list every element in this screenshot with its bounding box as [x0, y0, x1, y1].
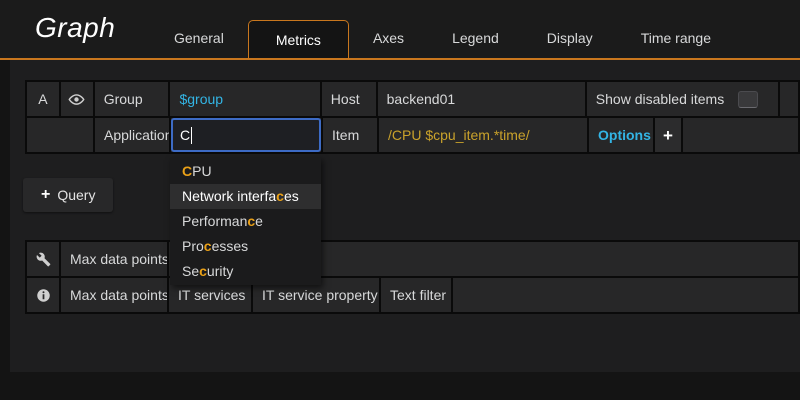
options-button[interactable]: Options [598, 127, 651, 143]
tab-axes[interactable]: Axes [349, 18, 428, 58]
max-data-points-label: Max data points [61, 242, 167, 276]
text-caret [191, 127, 192, 144]
dropdown-item-network-interfaces[interactable]: Network interfaces [170, 184, 321, 209]
wrench-icon [27, 242, 59, 276]
query-ref-id[interactable]: A [27, 82, 59, 116]
row-filler [683, 118, 798, 152]
tab-legend[interactable]: Legend [428, 18, 523, 58]
application-label: Application [95, 118, 169, 152]
info-icon [27, 278, 59, 312]
show-disabled-items-label: Show disabled items [596, 91, 724, 107]
row-filler [780, 82, 798, 116]
add-metric-button[interactable]: + [655, 118, 681, 152]
application-input-cell: C [171, 118, 321, 152]
tab-time-range[interactable]: Time range [617, 18, 735, 58]
options-row-1: Max data points [27, 242, 798, 276]
metrics-editor-panel: A Group $group Host backend01 Show disab… [10, 60, 800, 372]
options-table: Max data points Max data points IT servi… [25, 240, 800, 314]
host-value-segment[interactable]: backend01 [378, 82, 585, 116]
application-autocomplete-dropdown: CPU Network interfaces Performance Proce… [170, 157, 321, 285]
show-disabled-items-cell: Show disabled items [587, 82, 778, 116]
tab-general[interactable]: General [150, 18, 248, 58]
dropdown-item-processes[interactable]: Processes [170, 234, 321, 259]
plus-icon: + [663, 127, 673, 144]
group-value-segment[interactable]: $group [170, 91, 232, 107]
show-disabled-items-checkbox[interactable] [738, 91, 758, 108]
item-label: Item [323, 118, 377, 152]
toggle-visibility-button[interactable] [61, 82, 93, 116]
item-regex-segment[interactable]: /CPU $cpu_item.*time/ [388, 127, 530, 143]
page-title: Graph [35, 12, 115, 44]
tab-display[interactable]: Display [523, 18, 617, 58]
panel-editor-header: Graph General Metrics Axes Legend Displa… [0, 0, 800, 58]
group-label: Group [95, 82, 169, 116]
dropdown-item-security[interactable]: Security [170, 259, 321, 284]
text-filter-label: Text filter [381, 278, 451, 312]
add-query-button[interactable]: + Query [23, 178, 113, 212]
query-editor-table: A Group $group Host backend01 Show disab… [25, 80, 800, 154]
plus-icon: + [41, 187, 50, 203]
row-filler [453, 278, 798, 312]
dropdown-item-performance[interactable]: Performance [170, 209, 321, 234]
host-label: Host [322, 82, 376, 116]
add-query-label: Query [57, 187, 95, 203]
options-row-2: Max data points IT services IT service p… [27, 278, 798, 312]
tab-metrics[interactable]: Metrics [248, 20, 349, 58]
eye-icon [68, 91, 85, 108]
max-data-points-label: Max data points [61, 278, 167, 312]
empty-cell [27, 118, 93, 152]
application-input[interactable]: C [171, 118, 321, 152]
editor-tabs: General Metrics Axes Legend Display Time… [150, 18, 735, 58]
query-row-application: Application C Item /CPU $cpu_item.*time/… [27, 118, 798, 152]
dropdown-item-cpu[interactable]: CPU [170, 159, 321, 184]
application-input-value: C [180, 127, 190, 143]
query-row-target: A Group $group Host backend01 Show disab… [27, 82, 798, 116]
